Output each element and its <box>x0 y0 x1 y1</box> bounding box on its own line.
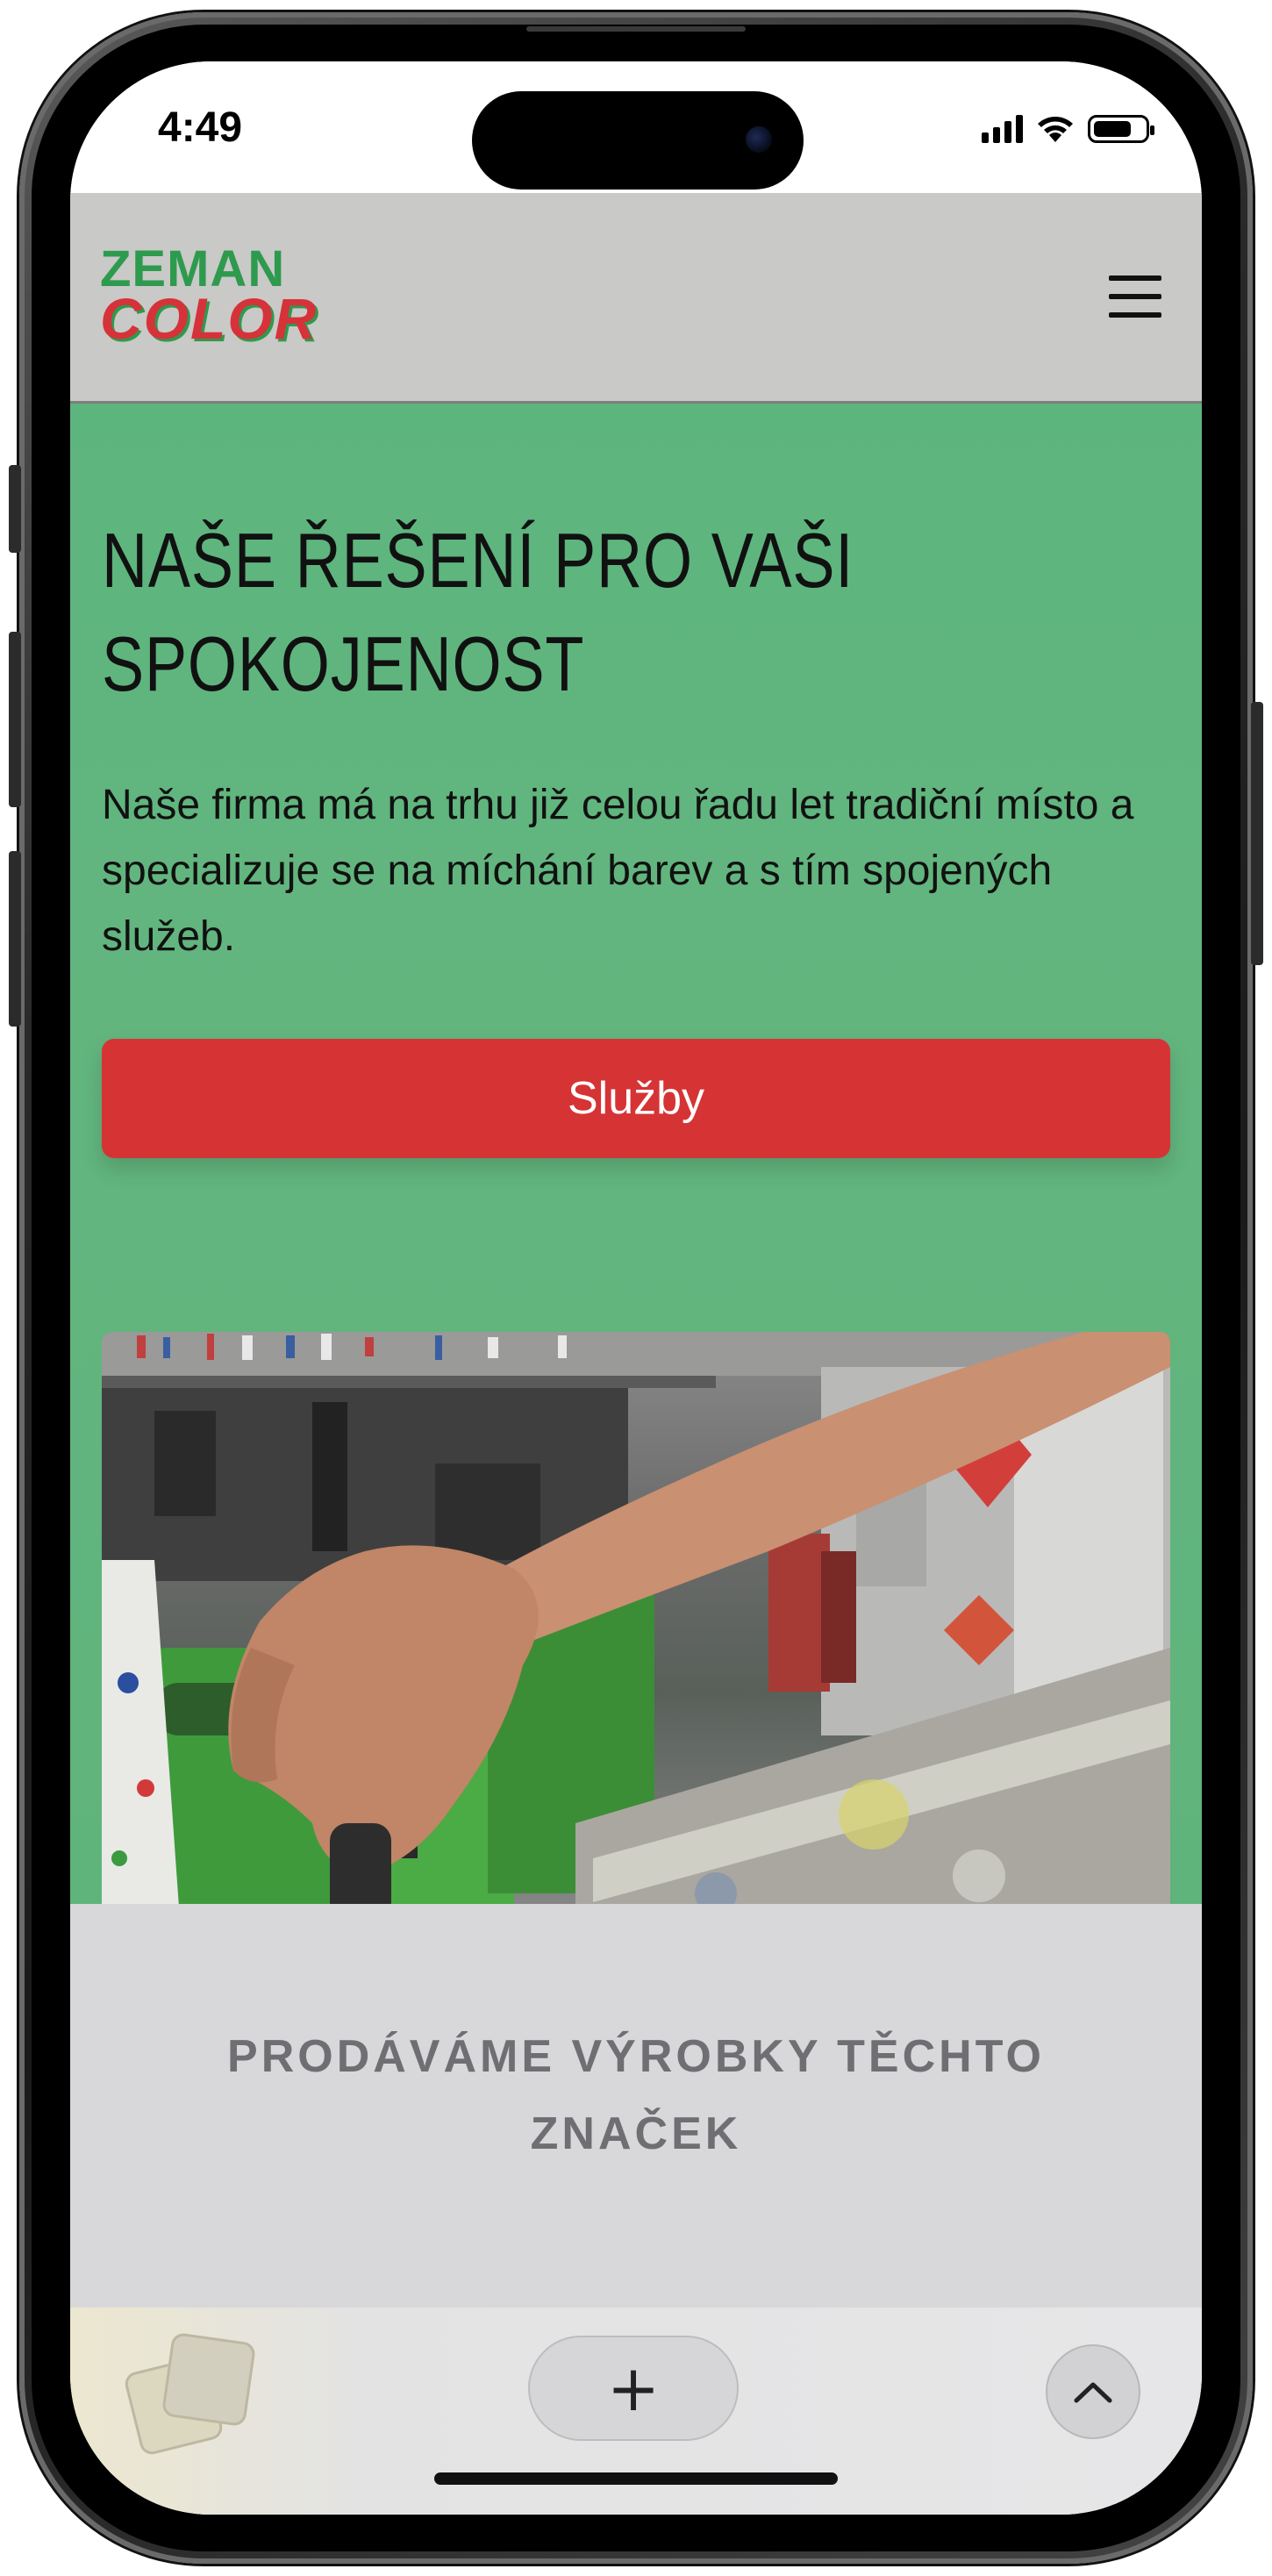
cellular-signal-icon <box>982 115 1023 143</box>
hero-section: NAŠE ŘEŠENÍ PRO VAŠI SPOKOJENOST Naše fi… <box>70 404 1202 1932</box>
volume-up-button <box>9 632 21 807</box>
front-camera-icon <box>746 126 772 153</box>
battery-icon <box>1088 115 1154 143</box>
wifi-icon <box>1038 117 1073 142</box>
power-button <box>1251 702 1263 965</box>
logo-text-bottom: COLOR <box>100 286 318 351</box>
speaker-slit <box>526 26 746 32</box>
site-header: ZEMAN COLOR <box>70 193 1202 404</box>
zeman-color-logo[interactable]: ZEMAN COLOR <box>100 244 318 351</box>
chevron-up-icon[interactable] <box>1046 2344 1140 2439</box>
brands-heading: PRODÁVÁME VÝROBKY TĚCHTO ZNAČEK <box>227 2031 1045 2159</box>
status-bar: 4:49 <box>70 61 1202 193</box>
screen: 4:49 ZEMAN COLOR NAŠE ŘEŠENÍ PRO VAŠI SP… <box>70 61 1202 2515</box>
hamburger-menu-icon[interactable] <box>1109 275 1161 318</box>
dynamic-island <box>472 91 804 190</box>
tabs-overview-icon[interactable] <box>122 2331 257 2458</box>
status-icons <box>982 114 1154 144</box>
volume-down-button <box>9 851 21 1027</box>
home-indicator[interactable] <box>434 2472 838 2485</box>
hero-description: Naše firma má na trhu již celou řadu let… <box>102 782 1134 960</box>
paint-store-photo <box>102 1332 1170 1932</box>
new-tab-button[interactable]: + <box>528 2336 739 2441</box>
services-button[interactable]: Služby <box>102 1039 1170 1158</box>
status-time: 4:49 <box>158 104 243 151</box>
device-canvas: 4:49 ZEMAN COLOR NAŠE ŘEŠENÍ PRO VAŠI SP… <box>0 0 1272 2576</box>
hero-title: NAŠE ŘEŠENÍ PRO VAŠI SPOKOJENOST <box>102 517 854 707</box>
brands-section: PRODÁVÁME VÝROBKY TĚCHTO ZNAČEK <box>70 1904 1202 2360</box>
action-button <box>9 465 21 553</box>
